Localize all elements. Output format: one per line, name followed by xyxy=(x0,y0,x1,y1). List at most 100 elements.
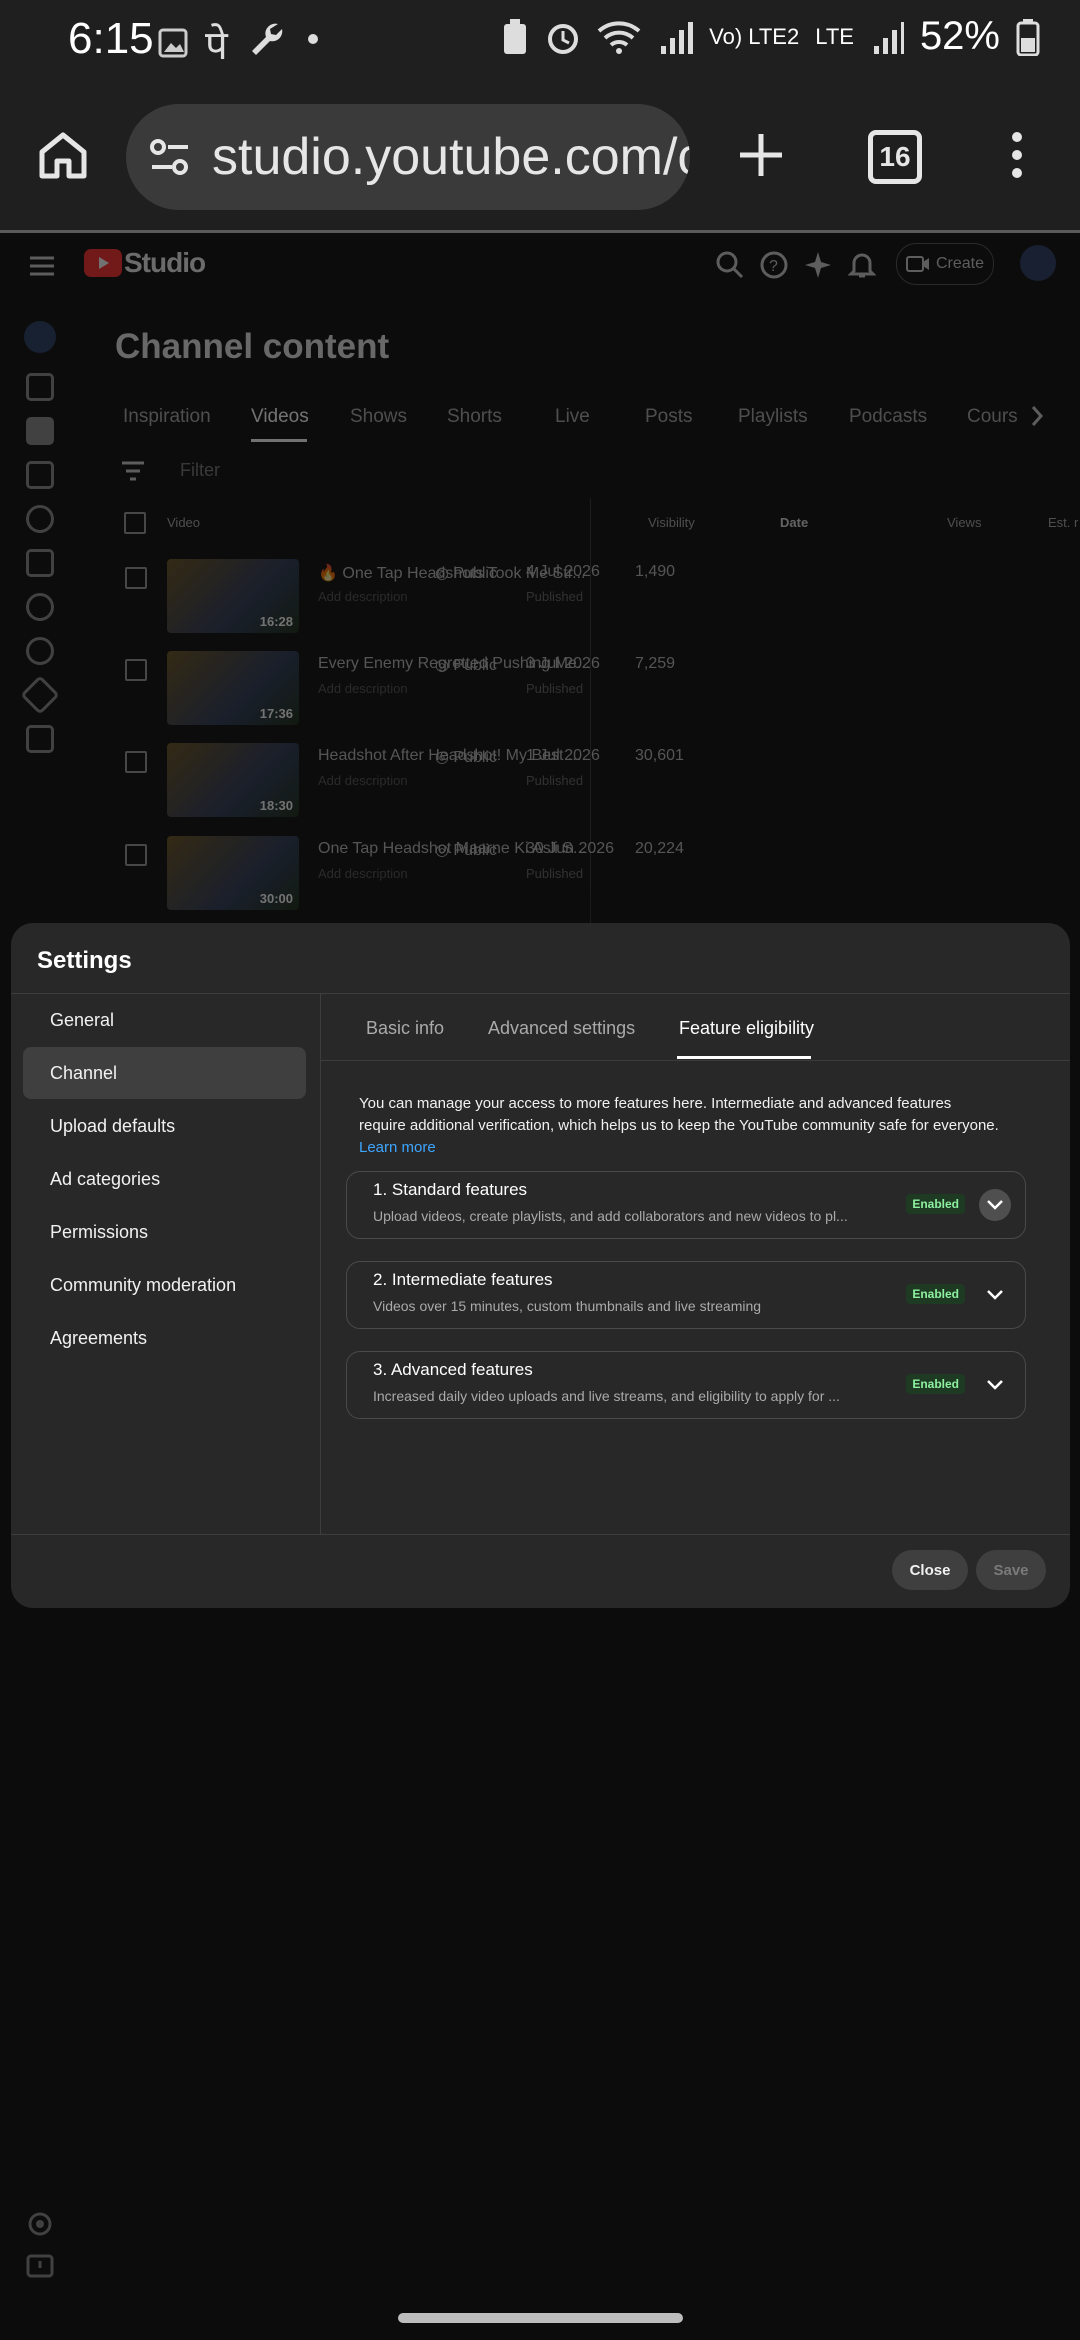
video-description: Add description xyxy=(318,681,408,696)
analytics-icon[interactable] xyxy=(26,461,54,489)
nav-item-ad-categories[interactable]: Ad categories xyxy=(23,1153,306,1205)
new-tab-icon[interactable] xyxy=(738,132,784,178)
notifications-bell-icon[interactable] xyxy=(848,251,876,279)
address-bar[interactable]: studio.youtube.com/ch xyxy=(126,104,690,210)
more-notifications-dot-icon xyxy=(308,34,318,44)
feature-advanced[interactable]: 3. Advanced features Increased daily vid… xyxy=(346,1351,1026,1419)
svg-text:?: ? xyxy=(769,258,778,275)
save-button[interactable]: Save xyxy=(976,1550,1046,1590)
tab-inspiration[interactable]: Inspiration xyxy=(123,406,211,428)
globe-icon: ◎ xyxy=(435,749,454,766)
video-date: 30 Jun 2026 xyxy=(526,840,615,857)
tab-posts[interactable]: Posts xyxy=(645,406,693,428)
video-views: 30,601 xyxy=(635,747,684,764)
dashboard-icon[interactable] xyxy=(26,373,54,401)
feature-standard[interactable]: 1. Standard features Upload videos, crea… xyxy=(346,1171,1026,1239)
nav-item-channel[interactable]: Channel xyxy=(23,1047,306,1099)
visibility-label: Public xyxy=(453,657,497,674)
video-views: 20,224 xyxy=(635,840,684,857)
filter-icon[interactable] xyxy=(120,460,146,482)
tab-podcasts[interactable]: Podcasts xyxy=(849,406,927,428)
visibility-value[interactable]: ◎ Public xyxy=(435,840,497,860)
learn-more-link[interactable]: Learn more xyxy=(359,1139,436,1156)
copyright-icon[interactable] xyxy=(26,593,54,621)
camera-plus-icon xyxy=(905,256,929,272)
row-checkbox[interactable] xyxy=(125,751,147,773)
site-settings-icon[interactable] xyxy=(148,135,192,179)
expand-button[interactable] xyxy=(979,1189,1011,1221)
expand-button[interactable] xyxy=(979,1369,1011,1401)
tab-videos[interactable]: Videos xyxy=(251,406,309,428)
visibility-value[interactable]: ◎ Public xyxy=(435,747,497,767)
nav-item-community-moderation[interactable]: Community moderation xyxy=(23,1259,306,1311)
hamburger-menu-icon[interactable] xyxy=(28,255,56,277)
create-button[interactable]: Create xyxy=(896,243,994,285)
feature-title: 1. Standard features xyxy=(373,1180,528,1199)
row-checkbox[interactable] xyxy=(125,659,147,681)
video-thumbnail[interactable]: 16:28 xyxy=(167,559,299,633)
tab-feature-eligibility[interactable]: Feature eligibility xyxy=(679,1018,814,1039)
video-thumbnail[interactable]: 30:00 xyxy=(167,836,299,910)
nav-item-permissions[interactable]: Permissions xyxy=(23,1206,306,1258)
video-thumbnail[interactable]: 17:36 xyxy=(167,651,299,725)
visibility-value[interactable]: ◎ Public xyxy=(435,563,497,583)
help-icon[interactable]: ? xyxy=(760,251,788,279)
close-button[interactable]: Close xyxy=(892,1550,968,1590)
channel-avatar[interactable] xyxy=(24,321,56,353)
video-duration: 16:28 xyxy=(259,614,293,629)
expand-button[interactable] xyxy=(979,1279,1011,1311)
settings-gear-icon[interactable] xyxy=(26,2210,54,2238)
video-views: 7,259 xyxy=(635,655,676,672)
gesture-bar[interactable] xyxy=(398,2313,683,2323)
subtitles-icon[interactable] xyxy=(26,549,54,577)
row-checkbox[interactable] xyxy=(125,567,147,589)
browser-menu-icon[interactable] xyxy=(1008,130,1026,180)
video-thumbnail[interactable]: 18:30 xyxy=(167,743,299,817)
tab-shows[interactable]: Shows xyxy=(350,406,407,428)
sparkle-icon[interactable] xyxy=(804,251,832,279)
video-duration: 17:36 xyxy=(259,706,293,721)
visibility-value[interactable]: ◎ Public xyxy=(435,655,497,675)
column-date[interactable]: Date xyxy=(780,515,808,530)
table-row[interactable]: 17:36 Every Enemy Regretted Pushing Me..… xyxy=(115,651,1080,743)
table-row[interactable]: 30:00 One Tap Headshot Maarne Ki Asli S.… xyxy=(115,836,1080,928)
video-date: 1 Jul 2026 xyxy=(526,747,600,764)
tab-courses[interactable]: Cours xyxy=(967,406,1018,428)
audio-library-icon[interactable] xyxy=(26,725,54,753)
wifi-icon xyxy=(597,20,641,54)
tab-live[interactable]: Live xyxy=(555,406,590,428)
tab-switcher-button[interactable]: 16 xyxy=(868,130,922,184)
video-date: 4 Jul 2026 xyxy=(526,563,600,580)
filter-input[interactable]: Filter xyxy=(180,460,220,481)
content-icon[interactable] xyxy=(26,417,54,445)
video-description: Add description xyxy=(318,589,408,604)
tabs-scroll-right-icon[interactable] xyxy=(1030,405,1044,427)
row-checkbox[interactable] xyxy=(125,844,147,866)
nav-item-agreements[interactable]: Agreements xyxy=(23,1312,306,1364)
youtube-logo-icon[interactable] xyxy=(84,249,122,277)
account-avatar[interactable] xyxy=(1020,245,1056,281)
phonepe-notification-icon: पे xyxy=(205,24,228,68)
feature-intermediate[interactable]: 2. Intermediate features Videos over 15 … xyxy=(346,1261,1026,1329)
table-row[interactable]: 18:30 Headshot After Headshot! My Best .… xyxy=(115,743,1080,835)
tab-playlists[interactable]: Playlists xyxy=(738,406,808,428)
tab-basic-info[interactable]: Basic info xyxy=(366,1018,444,1039)
nav-item-general[interactable]: General xyxy=(23,994,306,1046)
table-row[interactable]: 16:28 🔥 One Tap Headshots Took Me Str...… xyxy=(115,559,1080,651)
send-feedback-icon[interactable] xyxy=(26,2254,54,2282)
volte-label: Vo) LTE2 xyxy=(709,23,800,49)
search-icon[interactable] xyxy=(716,251,744,279)
dialog-title: Settings xyxy=(37,947,132,974)
customization-icon[interactable] xyxy=(20,675,60,715)
chevron-down-icon xyxy=(987,1380,1003,1390)
studio-logo-text: Studio xyxy=(124,247,206,278)
globe-icon: ◎ xyxy=(435,657,454,674)
nav-item-upload-defaults[interactable]: Upload defaults xyxy=(23,1100,306,1152)
tab-advanced-settings[interactable]: Advanced settings xyxy=(488,1018,635,1039)
community-icon[interactable] xyxy=(26,505,54,533)
tab-shorts[interactable]: Shorts xyxy=(447,406,502,428)
earn-icon[interactable] xyxy=(26,637,54,665)
select-all-checkbox[interactable] xyxy=(124,512,146,534)
home-icon[interactable] xyxy=(38,130,88,180)
video-date: 3 Jul 2026 xyxy=(526,655,600,672)
